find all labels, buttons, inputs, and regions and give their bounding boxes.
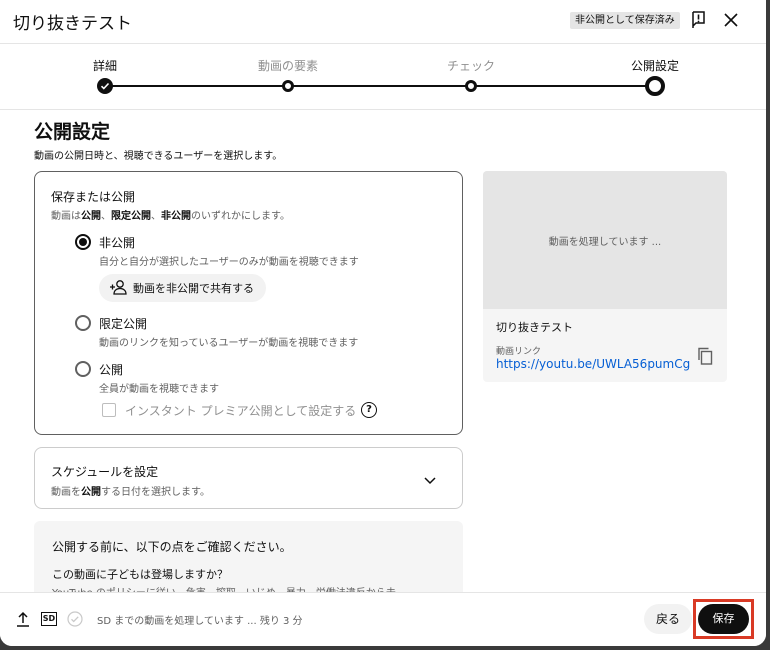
schedule-section[interactable]: スケジュールを設定 動画を公開する日付を選択します。 [34, 447, 463, 509]
option-public-desc: 全員が動画を視聴できます [99, 384, 219, 395]
visibility-desc: 動画は公開、限定公開、非公開のいずれかにします。 [51, 211, 290, 222]
premiere-checkbox[interactable] [102, 403, 116, 417]
checklist-question: この動画に子どもは登場しますか？ [52, 568, 228, 581]
step-label: 詳細 [92, 59, 117, 73]
stepper-line [105, 85, 655, 87]
status-badge: 非公開として保存済み [570, 12, 680, 29]
step-details[interactable]: 詳細 [45, 57, 165, 94]
checklist-title: 公開する前に、以下の点をご確認ください。 [52, 540, 292, 554]
step-checks[interactable]: チェック [411, 57, 531, 92]
option-unlisted-desc: 動画のリンクを知っているユーザーが動画を視聴できます [99, 338, 359, 349]
feedback-icon[interactable] [687, 8, 711, 32]
add-person-icon [109, 279, 127, 298]
dialog-header: 切り抜きテスト 非公開として保存済み [0, 0, 766, 44]
option-private-label: 非公開 [99, 236, 136, 250]
step-label: 動画の要素 [257, 59, 318, 73]
video-thumbnail: 動画を処理しています ... [483, 171, 727, 309]
sd-icon: SD [41, 612, 57, 626]
checklist-body: YouTube のポリシーに従い、危害、搾取、いじめ、暴力、労働法違反から未 [52, 584, 396, 592]
option-public-label: 公開 [99, 363, 124, 377]
upload-icon [16, 611, 30, 631]
step-dot [645, 76, 665, 96]
step-dot [465, 80, 477, 92]
step-visibility[interactable]: 公開設定 [595, 57, 715, 96]
schedule-desc: 動画を公開する日付を選択します。 [51, 487, 210, 498]
visibility-title: 保存または公開 [51, 190, 136, 204]
back-button[interactable]: 戻る [644, 604, 692, 634]
step-label: 公開設定 [630, 59, 679, 73]
checklist-section: 公開する前に、以下の点をご確認ください。 この動画に子どもは登場しますか？ Yo… [34, 521, 463, 592]
check-circle-icon [67, 611, 83, 631]
radio-public[interactable] [75, 361, 91, 377]
step-dot [282, 80, 294, 92]
progress-stepper: 詳細 動画の要素 チェック 公開設定 [0, 45, 766, 110]
video-preview-card: 動画を処理しています ... 切り抜きテスト 動画リンク https://you… [483, 171, 727, 382]
schedule-title: スケジュールを設定 [51, 465, 159, 479]
share-label: 動画を非公開で共有する [133, 282, 254, 295]
premiere-label: インスタント プレミア公開として設定する [125, 404, 357, 418]
page-subtitle: 動画の公開日時と、視聴できるユーザーを選択します。 [34, 151, 283, 162]
save-button[interactable]: 保存 [698, 604, 749, 634]
save-highlight: 保存 [693, 599, 754, 639]
video-link[interactable]: https://youtu.be/UWLA56pumCg [496, 357, 690, 371]
option-private-desc: 自分と自分が選択したユーザーのみが動画を視聴できます [99, 257, 359, 268]
dialog-title: 切り抜きテスト [13, 14, 132, 34]
step-video-elements[interactable]: 動画の要素 [228, 57, 348, 92]
preview-video-title: 切り抜きテスト [496, 321, 573, 334]
dialog-content[interactable]: 公開設定 動画の公開日時と、視聴できるユーザーを選択します。 保存または公開 動… [0, 111, 766, 592]
option-unlisted-label: 限定公開 [99, 317, 148, 331]
upload-dialog: 切り抜きテスト 非公開として保存済み 詳細 動画の要素 チェック 公開設定 公開… [0, 0, 766, 646]
page-title: 公開設定 [34, 121, 111, 143]
processing-text: 動画を処理しています ... [548, 236, 662, 248]
chevron-down-icon[interactable] [423, 470, 437, 489]
visibility-card: 保存または公開 動画は公開、限定公開、非公開のいずれかにします。 非公開 自分と… [34, 171, 463, 435]
help-icon[interactable]: ? [361, 402, 377, 418]
video-link-label: 動画リンク [496, 347, 542, 357]
dialog-footer: SD SD までの動画を処理しています ... 残り 3 分 戻る 保存 [0, 592, 766, 646]
step-label: チェック [446, 59, 495, 73]
copy-icon[interactable] [697, 347, 713, 369]
processing-status: SD までの動画を処理しています ... 残り 3 分 [97, 616, 303, 627]
radio-unlisted[interactable] [75, 315, 91, 331]
share-privately-button[interactable]: 動画を非公開で共有する [99, 274, 266, 302]
close-icon[interactable] [719, 8, 743, 32]
check-icon [97, 78, 113, 94]
radio-private[interactable] [75, 234, 91, 250]
